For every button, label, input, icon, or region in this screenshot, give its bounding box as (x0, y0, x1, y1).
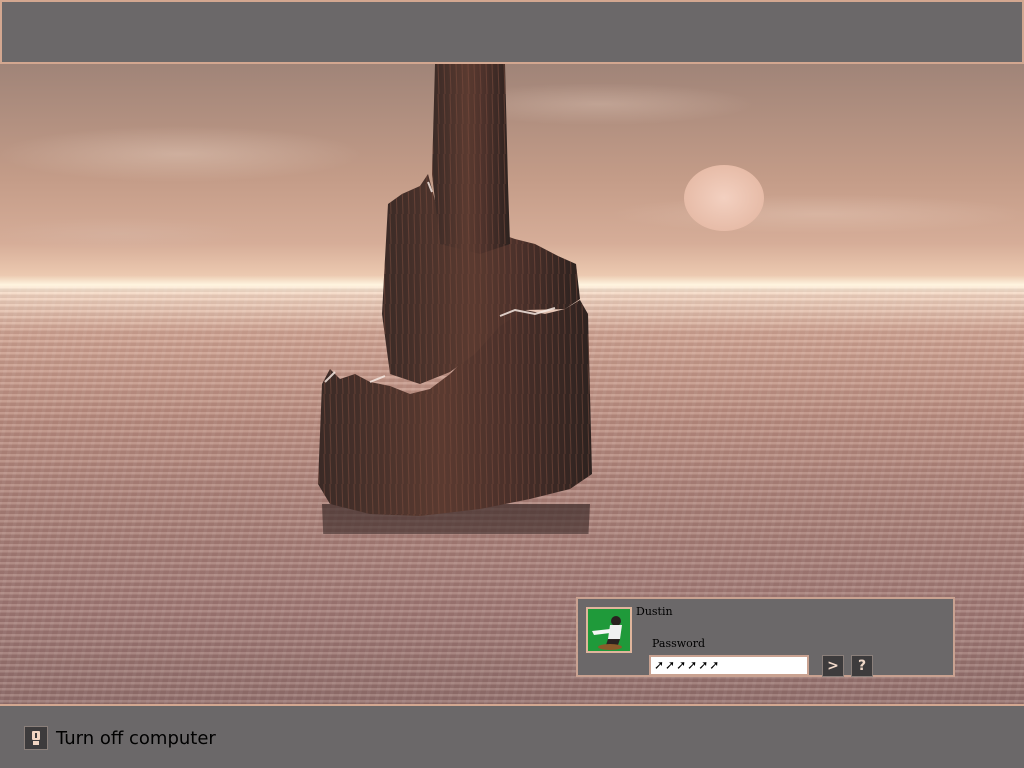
go-button[interactable]: > (822, 655, 844, 677)
power-icon (32, 731, 40, 745)
logon-screen: Dustin Password ➚➚➚➚➚➚ > ? Turn off comp… (0, 0, 1024, 768)
password-label: Password (652, 637, 706, 650)
user-login-panel: Dustin Password ➚➚➚➚➚➚ > ? (576, 597, 955, 677)
sun (684, 165, 764, 231)
username-label: Dustin (636, 605, 673, 618)
password-input[interactable]: ➚➚➚➚➚➚ (649, 655, 809, 676)
password-hint-button[interactable]: ? (851, 655, 873, 677)
arrow-right-icon: > (827, 658, 839, 674)
turn-off-label[interactable]: Turn off computer (56, 728, 216, 749)
turn-off-control[interactable]: Turn off computer (24, 726, 216, 750)
question-mark-icon: ? (857, 658, 867, 674)
user-avatar[interactable] (586, 607, 632, 653)
top-banner (0, 0, 1024, 64)
skateboarder-picture (588, 609, 630, 651)
bottom-bar: Turn off computer (0, 704, 1024, 768)
rock-tower (318, 64, 592, 534)
turn-off-button[interactable] (24, 726, 48, 750)
